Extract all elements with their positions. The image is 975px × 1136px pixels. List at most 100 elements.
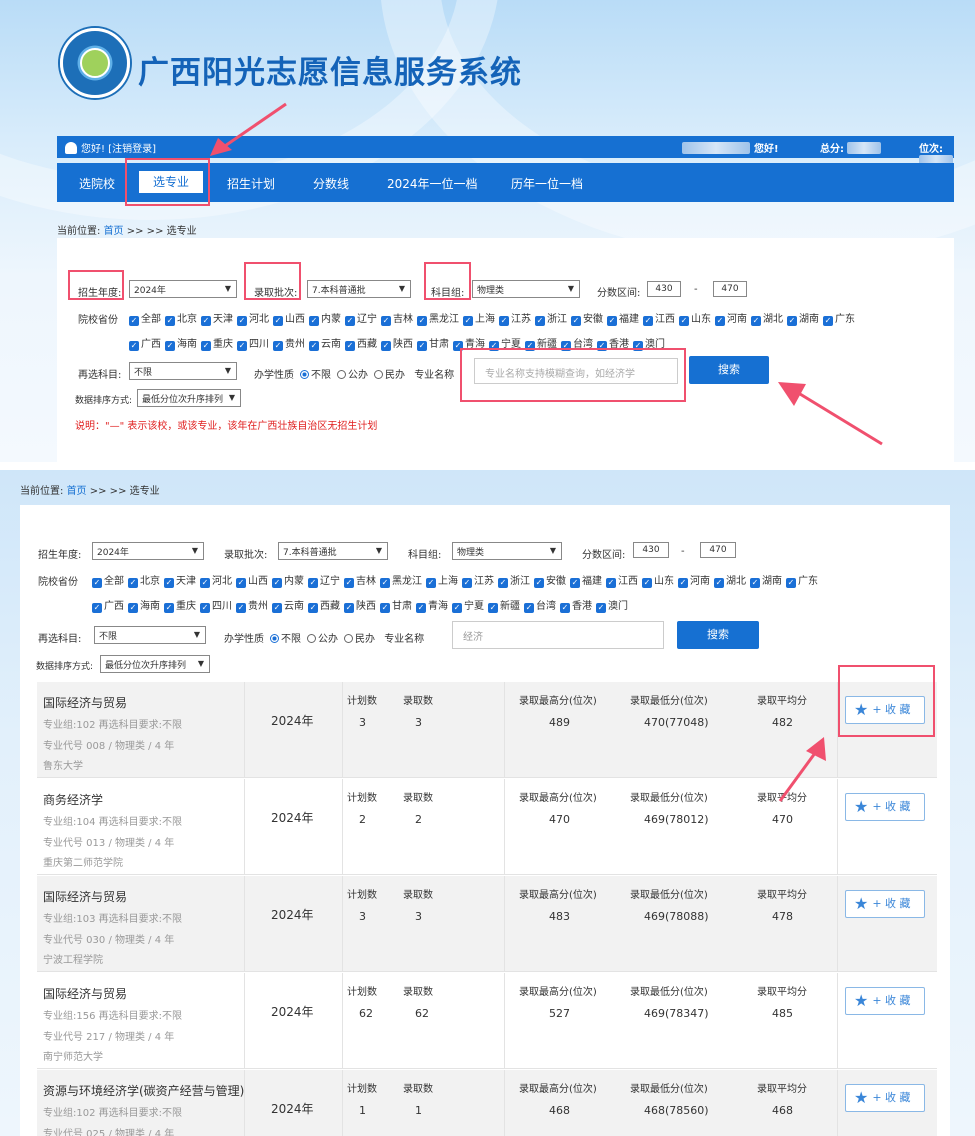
major-search-input[interactable]: 经济 xyxy=(452,621,664,649)
checkbox-icon[interactable]: ✓ xyxy=(571,316,581,326)
nav-select-school[interactable]: 选院校 xyxy=(79,175,115,192)
radio-icon[interactable] xyxy=(270,634,279,643)
checkbox-icon[interactable]: ✓ xyxy=(128,578,138,588)
checkbox-icon[interactable]: ✓ xyxy=(678,578,688,588)
checkbox-icon[interactable]: ✓ xyxy=(344,578,354,588)
checkbox-icon[interactable]: ✓ xyxy=(535,316,545,326)
score-min-input[interactable]: 430 xyxy=(633,542,669,558)
checkbox-icon[interactable]: ✓ xyxy=(344,603,354,613)
checkbox-icon[interactable]: ✓ xyxy=(498,578,508,588)
checkbox-icon[interactable]: ✓ xyxy=(570,578,580,588)
checkbox-icon[interactable]: ✓ xyxy=(452,603,462,613)
checkbox-icon[interactable]: ✓ xyxy=(381,341,391,351)
nav-score-line[interactable]: 分数线 xyxy=(313,175,349,192)
checkbox-icon[interactable]: ✓ xyxy=(201,341,211,351)
search-button[interactable]: 搜索 xyxy=(677,621,759,649)
checkbox-icon[interactable]: ✓ xyxy=(715,316,725,326)
checkbox-icon[interactable]: ✓ xyxy=(426,578,436,588)
checkbox-icon[interactable]: ✓ xyxy=(164,603,174,613)
score-max-input[interactable]: 470 xyxy=(713,281,747,297)
subject-select[interactable]: 不限 ▼ xyxy=(94,626,206,644)
breadcrumb-home-link[interactable]: 首页 xyxy=(67,486,87,497)
nav-2024-score-table[interactable]: 2024年一位一档 xyxy=(387,175,478,192)
checkbox-icon[interactable]: ✓ xyxy=(309,316,319,326)
checkbox-icon[interactable]: ✓ xyxy=(381,316,391,326)
checkbox-icon[interactable]: ✓ xyxy=(308,578,318,588)
checkbox-icon[interactable]: ✓ xyxy=(823,316,833,326)
favorite-button[interactable]: ★ + 收 藏 xyxy=(845,1084,925,1112)
sort-select[interactable]: 最低分位次升序排列 ▼ xyxy=(100,655,210,673)
checkbox-icon[interactable]: ✓ xyxy=(92,578,102,588)
checkbox-icon[interactable]: ✓ xyxy=(273,341,283,351)
school-type-group: 办学性质 不限 公办 民办 专业名称 xyxy=(254,370,455,381)
radio-icon[interactable] xyxy=(307,634,316,643)
checkbox-icon[interactable]: ✓ xyxy=(308,603,318,613)
group-select[interactable]: 物理类 ▼ xyxy=(452,542,562,560)
checkbox-icon[interactable]: ✓ xyxy=(606,578,616,588)
year-select[interactable]: 2024年 ▼ xyxy=(92,542,204,560)
checkbox-icon[interactable]: ✓ xyxy=(345,316,355,326)
radio-icon[interactable] xyxy=(337,370,346,379)
checkbox-icon[interactable]: ✓ xyxy=(129,316,139,326)
checkbox-icon[interactable]: ✓ xyxy=(750,578,760,588)
batch-select[interactable]: 7.本科普通批 ▼ xyxy=(307,280,411,298)
score-min-input[interactable]: 430 xyxy=(647,281,681,297)
checkbox-icon[interactable]: ✓ xyxy=(679,316,689,326)
checkbox-icon[interactable]: ✓ xyxy=(596,603,606,613)
year-select[interactable]: 2024年 ▼ xyxy=(129,280,237,298)
subject-select[interactable]: 不限 ▼ xyxy=(129,362,237,380)
checkbox-icon[interactable]: ✓ xyxy=(237,341,247,351)
checkbox-icon[interactable]: ✓ xyxy=(751,316,761,326)
checkbox-icon[interactable]: ✓ xyxy=(164,578,174,588)
favorite-button[interactable]: ★ + 收 藏 xyxy=(845,987,925,1015)
checkbox-icon[interactable]: ✓ xyxy=(200,578,210,588)
nav-enrollment-plan[interactable]: 招生计划 xyxy=(227,175,275,192)
checkbox-icon[interactable]: ✓ xyxy=(309,341,319,351)
checkbox-icon[interactable]: ✓ xyxy=(642,578,652,588)
score-max-input[interactable]: 470 xyxy=(700,542,736,558)
checkbox-icon[interactable]: ✓ xyxy=(416,603,426,613)
checkbox-icon[interactable]: ✓ xyxy=(128,603,138,613)
checkbox-icon[interactable]: ✓ xyxy=(417,316,427,326)
checkbox-icon[interactable]: ✓ xyxy=(236,578,246,588)
checkbox-icon[interactable]: ✓ xyxy=(560,603,570,613)
checkbox-icon[interactable]: ✓ xyxy=(643,316,653,326)
checkbox-icon[interactable]: ✓ xyxy=(92,603,102,613)
checkbox-icon[interactable]: ✓ xyxy=(200,603,210,613)
checkbox-icon[interactable]: ✓ xyxy=(165,316,175,326)
checkbox-icon[interactable]: ✓ xyxy=(524,603,534,613)
checkbox-icon[interactable]: ✓ xyxy=(786,578,796,588)
checkbox-icon[interactable]: ✓ xyxy=(273,316,283,326)
checkbox-icon[interactable]: ✓ xyxy=(345,341,355,351)
checkbox-icon[interactable]: ✓ xyxy=(499,316,509,326)
nav-history-score-table[interactable]: 历年一位一档 xyxy=(511,175,583,192)
checkbox-icon[interactable]: ✓ xyxy=(463,316,473,326)
checkbox-icon[interactable]: ✓ xyxy=(534,578,544,588)
radio-icon[interactable] xyxy=(344,634,353,643)
checkbox-icon[interactable]: ✓ xyxy=(462,578,472,588)
checkbox-icon[interactable]: ✓ xyxy=(129,341,139,351)
favorite-button[interactable]: ★ + 收 藏 xyxy=(845,890,925,918)
checkbox-icon[interactable]: ✓ xyxy=(236,603,246,613)
checkbox-icon[interactable]: ✓ xyxy=(201,316,211,326)
breadcrumb-home-link[interactable]: 首页 xyxy=(104,226,124,237)
checkbox-icon[interactable]: ✓ xyxy=(380,578,390,588)
group-select[interactable]: 物理类 ▼ xyxy=(472,280,580,298)
user-greeting[interactable]: 您好! [注销登录] xyxy=(65,140,156,155)
radio-icon[interactable] xyxy=(374,370,383,379)
checkbox-icon[interactable]: ✓ xyxy=(714,578,724,588)
sort-select[interactable]: 最低分位次升序排列 ▼ xyxy=(137,389,241,407)
batch-select[interactable]: 7.本科普通批 ▼ xyxy=(278,542,388,560)
radio-icon[interactable] xyxy=(300,370,309,379)
checkbox-icon[interactable]: ✓ xyxy=(272,578,282,588)
checkbox-icon[interactable]: ✓ xyxy=(417,341,427,351)
favorite-button[interactable]: ★ + 收 藏 xyxy=(845,793,925,821)
checkbox-icon[interactable]: ✓ xyxy=(787,316,797,326)
checkbox-icon[interactable]: ✓ xyxy=(165,341,175,351)
checkbox-icon[interactable]: ✓ xyxy=(272,603,282,613)
checkbox-icon[interactable]: ✓ xyxy=(607,316,617,326)
checkbox-icon[interactable]: ✓ xyxy=(380,603,390,613)
checkbox-icon[interactable]: ✓ xyxy=(488,603,498,613)
checkbox-icon[interactable]: ✓ xyxy=(237,316,247,326)
search-button[interactable]: 搜索 xyxy=(689,356,769,384)
